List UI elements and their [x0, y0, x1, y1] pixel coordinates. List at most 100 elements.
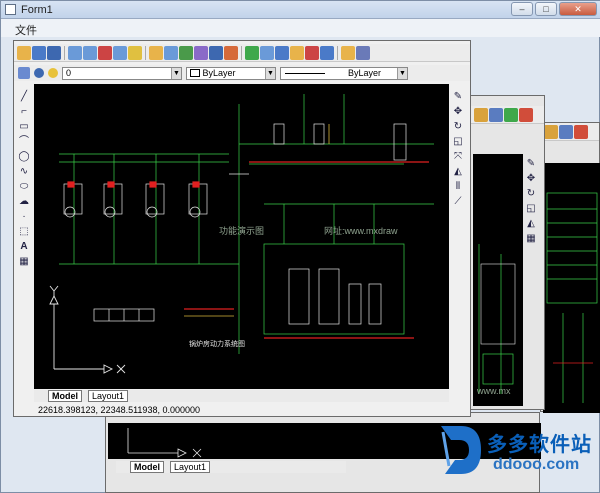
- drawing-svg: 锅炉房动力系统图 功能演示图 网址:www.mxdraw: [49, 94, 434, 374]
- spline-icon[interactable]: ∿: [18, 166, 30, 178]
- save-icon[interactable]: [32, 45, 46, 60]
- line-icon[interactable]: ╱: [18, 91, 30, 103]
- circle-icon[interactable]: ◯: [18, 151, 30, 163]
- zoom-out-icon[interactable]: [83, 45, 97, 60]
- find-icon[interactable]: [164, 45, 178, 60]
- settings-icon[interactable]: [356, 45, 370, 60]
- cad2-canvas[interactable]: www.mx: [473, 154, 523, 406]
- tool-icon[interactable]: [489, 107, 503, 122]
- refresh-icon[interactable]: [245, 45, 259, 60]
- text-icon[interactable]: A: [18, 241, 30, 253]
- revision-cloud-icon[interactable]: ☁: [18, 196, 30, 208]
- offset-icon[interactable]: ⫴: [452, 181, 464, 193]
- layer-select[interactable]: 0 ▼: [62, 66, 182, 80]
- menu-file[interactable]: 文件: [15, 22, 37, 38]
- array-icon[interactable]: ▦: [525, 233, 537, 245]
- cad4-tabs: Model Layout1: [116, 461, 346, 473]
- zoom-in-icon[interactable]: [68, 45, 82, 60]
- title-bar: Form1 – □ ✕: [1, 1, 600, 19]
- color-swatch: [190, 69, 200, 78]
- tab-layout1[interactable]: Layout1: [170, 461, 211, 473]
- rectangle-icon[interactable]: ▭: [18, 121, 30, 133]
- tool-icon[interactable]: [504, 107, 518, 122]
- move-icon[interactable]: ✥: [525, 173, 537, 185]
- tool-icon[interactable]: [574, 124, 588, 139]
- coordinate-status: 22618.398123, 22348.511938, 0.000000: [38, 405, 200, 415]
- mirror-icon[interactable]: ◭: [525, 218, 537, 230]
- drawing-canvas[interactable]: 锅炉房动力系统图 功能演示图 网址:www.mxdraw: [34, 84, 449, 389]
- pan-icon[interactable]: [128, 45, 142, 60]
- cad-window-3[interactable]: [540, 122, 600, 413]
- layer-bar: 0 ▼ ByLayer ▼ ByLayer ▼: [14, 65, 470, 81]
- cad3-drawing: [546, 192, 598, 403]
- cad2-drawing: www.mx: [476, 244, 516, 396]
- linetype-value: ByLayer: [202, 67, 236, 78]
- ucs-icon: [49, 285, 126, 374]
- stretch-icon[interactable]: ⟋: [452, 196, 464, 208]
- app-icon: [5, 4, 16, 15]
- zoom-extents-icon[interactable]: [113, 45, 127, 60]
- hand-icon[interactable]: [260, 45, 274, 60]
- maximize-button[interactable]: □: [535, 2, 557, 16]
- print-icon[interactable]: [47, 45, 61, 60]
- tool-icon[interactable]: [559, 124, 573, 139]
- left-draw-toolbar: ╱ ⌐ ▭ ⌒ ◯ ∿ ⬭ ☁ · ⬚ A ▦: [17, 91, 31, 268]
- open-icon[interactable]: [17, 45, 31, 60]
- move-tool-icon[interactable]: [179, 45, 193, 60]
- pdf-icon[interactable]: [305, 45, 319, 60]
- layer-icon[interactable]: [194, 45, 208, 60]
- pen-icon[interactable]: ✎: [525, 158, 537, 170]
- watermark-center: 功能演示图: [219, 225, 264, 236]
- site-logo: 多多软件站 ddooo.com: [437, 420, 597, 490]
- world-icon[interactable]: [275, 45, 289, 60]
- layout-tabs: Model Layout1: [34, 390, 449, 402]
- dropdown-arrow-icon: ▼: [265, 67, 275, 79]
- export-icon[interactable]: [320, 45, 334, 60]
- mirror-icon[interactable]: ◭: [452, 166, 464, 178]
- cad3-canvas[interactable]: [543, 163, 600, 413]
- tool-icon[interactable]: [544, 124, 558, 139]
- cad2-side-toolbar: ✎ ✥ ↻ ◱ ◭ ▦: [524, 158, 538, 245]
- measure-icon[interactable]: [149, 45, 163, 60]
- cad-window-2[interactable]: www.mx ✎ ✥ ↻ ◱ ◭ ▦: [470, 95, 545, 410]
- grid-icon[interactable]: [209, 45, 223, 60]
- library-icon[interactable]: [341, 45, 355, 60]
- minimize-button[interactable]: –: [511, 2, 533, 16]
- tool-icon[interactable]: [474, 107, 488, 122]
- watermark-text: www.mx: [476, 386, 511, 396]
- polyline-icon[interactable]: ⌐: [18, 106, 30, 118]
- tab-layout1[interactable]: Layout1: [88, 390, 129, 402]
- rotate-icon[interactable]: ↻: [525, 188, 537, 200]
- properties-icon[interactable]: [290, 45, 304, 60]
- scale-icon[interactable]: ◱: [525, 203, 537, 215]
- tab-model[interactable]: Model: [48, 390, 82, 402]
- logo-icon: [441, 426, 481, 474]
- copy-icon[interactable]: ◱: [452, 136, 464, 148]
- close-button[interactable]: ✕: [559, 2, 597, 16]
- layer-value: 0: [66, 67, 72, 78]
- tool-icon[interactable]: [519, 107, 533, 122]
- layers-icon[interactable]: [18, 67, 30, 79]
- sun-icon: [48, 68, 58, 78]
- drawing-title: 锅炉房动力系统图: [189, 339, 245, 348]
- tab-model[interactable]: Model: [130, 461, 164, 473]
- ellipse-icon[interactable]: ⬭: [18, 181, 30, 193]
- linetype-select[interactable]: ByLayer ▼: [186, 66, 276, 80]
- erase-icon[interactable]: ✎: [452, 91, 464, 103]
- arc-icon[interactable]: ⌒: [18, 136, 30, 148]
- line-sample: [285, 72, 325, 74]
- cad2-toolbar: [471, 106, 544, 124]
- point-icon[interactable]: ·: [18, 211, 30, 223]
- hatch-icon[interactable]: ⬚: [18, 226, 30, 238]
- color-icon[interactable]: [224, 45, 238, 60]
- scale-icon[interactable]: ⤧: [452, 151, 464, 163]
- lineweight-select[interactable]: ByLayer ▼: [280, 66, 408, 80]
- window-title: Form1: [21, 4, 53, 16]
- move-icon[interactable]: ✥: [452, 106, 464, 118]
- table-icon[interactable]: ▦: [18, 256, 30, 268]
- zoom-window-icon[interactable]: [98, 45, 112, 60]
- rotate-icon[interactable]: ↻: [452, 121, 464, 133]
- cad-window-1[interactable]: 0 ▼ ByLayer ▼ ByLayer ▼ ╱ ⌐ ▭ ⌒ ◯ ∿ ⬭ ☁ …: [13, 40, 471, 417]
- lineweight-value: ByLayer: [347, 67, 381, 78]
- logo-url: ddooo.com: [493, 456, 580, 473]
